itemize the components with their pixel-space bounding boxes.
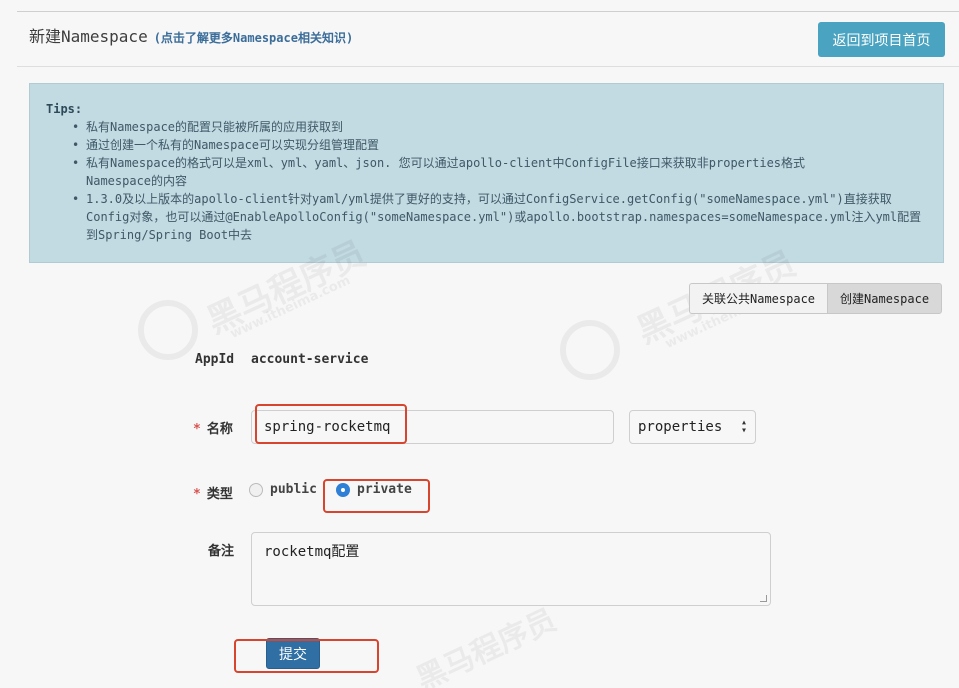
- submit-button[interactable]: 提交: [266, 638, 320, 669]
- page-title: 新建Namespace (点击了解更多Namespace相关知识): [29, 23, 353, 47]
- private-radio-label: private: [357, 482, 412, 497]
- public-radio[interactable]: [249, 482, 263, 497]
- tips-panel: Tips: 私有Namespace的配置只能被所属的应用获取到 通过创建一个私有…: [29, 83, 944, 263]
- type-label-text: 类型: [206, 487, 233, 502]
- type-private-option[interactable]: private: [336, 482, 412, 497]
- help-link[interactable]: (点击了解更多Namespace相关知识): [154, 31, 353, 45]
- header-divider: [17, 66, 959, 67]
- page-title-text: 新建Namespace: [29, 27, 148, 46]
- name-label-text: 名称: [206, 422, 233, 437]
- tips-item: 私有Namespace的格式可以是xml、yml、yaml、json. 您可以通…: [46, 154, 927, 190]
- top-divider: [17, 11, 959, 12]
- namespace-name-input[interactable]: [251, 410, 614, 444]
- tips-item: 通过创建一个私有的Namespace可以实现分组管理配置: [46, 136, 927, 154]
- required-mark: *: [193, 487, 201, 502]
- comment-textarea[interactable]: rocketmq配置: [251, 532, 771, 606]
- select-arrows-icon: ▴ ▾: [740, 417, 747, 436]
- comment-text: rocketmq配置: [264, 544, 360, 560]
- watermark-brand: 黑马程序员: [411, 602, 562, 688]
- comment-label: 备注: [208, 544, 235, 559]
- watermark-logo: [138, 300, 198, 360]
- watermark-site: www.itheima.com: [227, 273, 353, 342]
- private-radio[interactable]: [336, 482, 350, 497]
- tips-title: Tips:: [46, 102, 83, 116]
- watermark-logo: [560, 320, 620, 380]
- page-header: 新建Namespace (点击了解更多Namespace相关知识) 返回到项目首页: [28, 22, 948, 64]
- appid-label: AppId: [195, 352, 235, 367]
- required-mark: *: [193, 422, 201, 437]
- back-to-project-button[interactable]: 返回到项目首页: [818, 22, 945, 57]
- format-select-value: properties: [638, 419, 723, 435]
- name-label: * 名称: [193, 418, 233, 437]
- format-select[interactable]: properties ▴ ▾: [629, 410, 756, 444]
- resize-grip-icon[interactable]: [760, 595, 767, 602]
- namespace-tab-group: 关联公共Namespace 创建Namespace: [689, 283, 943, 314]
- tab-link-public-namespace[interactable]: 关联公共Namespace: [689, 283, 828, 314]
- public-radio-label: public: [270, 482, 317, 497]
- tips-item: 私有Namespace的配置只能被所属的应用获取到: [46, 118, 927, 136]
- type-label: * 类型: [193, 483, 233, 502]
- tips-item: 1.3.0及以上版本的apollo-client针对yaml/yml提供了更好的…: [46, 190, 927, 244]
- tips-list: 私有Namespace的配置只能被所属的应用获取到 通过创建一个私有的Names…: [46, 118, 927, 244]
- tab-create-namespace[interactable]: 创建Namespace: [827, 283, 943, 314]
- type-public-option[interactable]: public: [249, 482, 317, 497]
- appid-value: account-service: [251, 352, 369, 367]
